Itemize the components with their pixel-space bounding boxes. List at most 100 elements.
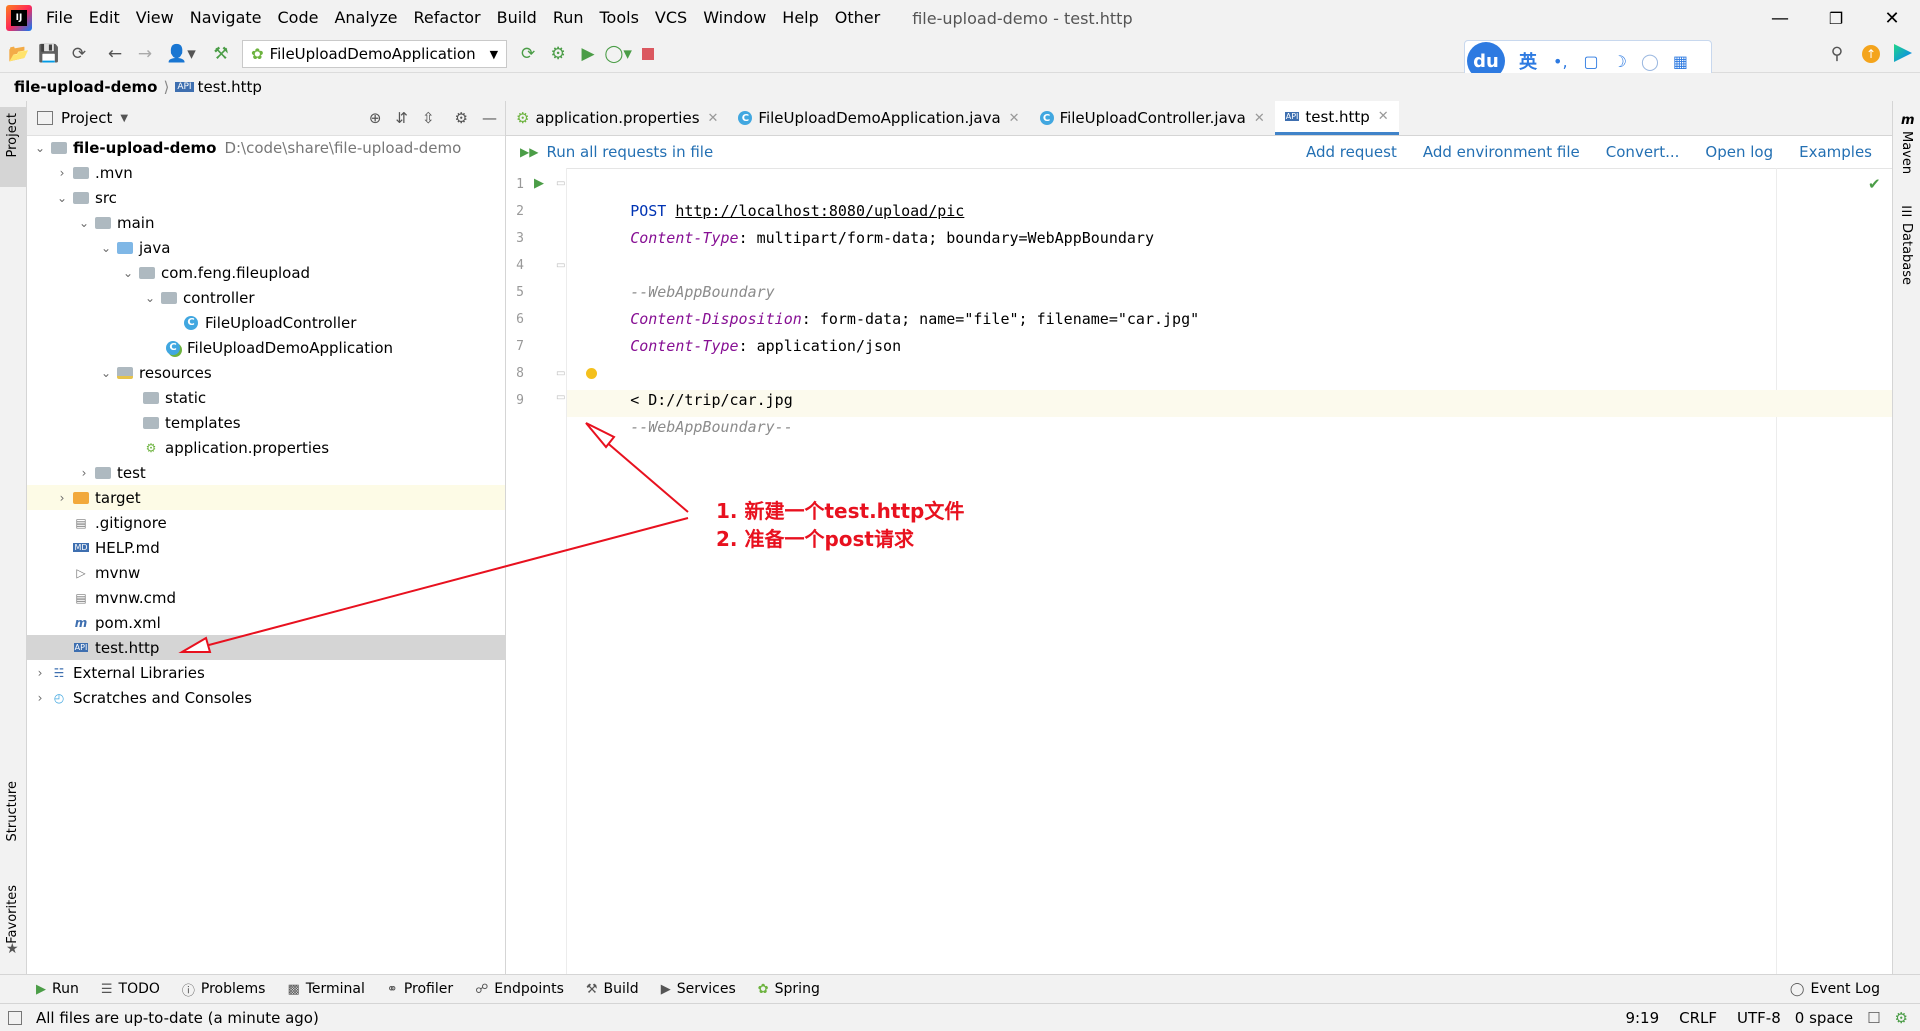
tree-item-pom-xml[interactable]: m pom.xml xyxy=(27,610,505,635)
tree-item-root[interactable]: ⌄ file-upload-demo D:\code\share\file-up… xyxy=(27,135,505,160)
save-icon[interactable]: 💾 xyxy=(34,39,64,69)
tree-item-test[interactable]: › test xyxy=(27,460,505,485)
chevron-down-icon[interactable]: ⌄ xyxy=(141,291,159,305)
project-tool-tab[interactable]: Project xyxy=(0,107,26,187)
event-log-tool-tab[interactable]: ◯ Event Log xyxy=(1790,981,1880,997)
tree-item-java[interactable]: ⌄ java xyxy=(27,235,505,260)
add-request-link[interactable]: Add request xyxy=(1306,143,1397,161)
gear-icon[interactable]: ⚙ xyxy=(455,109,468,127)
indent-setting[interactable]: 0 space xyxy=(1795,1009,1853,1027)
chevron-down-icon[interactable]: ⌄ xyxy=(31,141,49,155)
open-log-link[interactable]: Open log xyxy=(1705,143,1773,161)
chevron-down-icon[interactable]: ⌄ xyxy=(97,366,115,380)
menu-help[interactable]: Help xyxy=(774,0,826,36)
chevron-right-icon[interactable]: › xyxy=(75,466,93,480)
ime-keyboard-icon[interactable]: ▢ xyxy=(1584,52,1599,71)
services-tool-tab[interactable]: ▶ Services xyxy=(661,981,736,997)
database-tool-tab[interactable]: Database xyxy=(1899,223,1914,285)
tree-item-main[interactable]: ⌄ main xyxy=(27,210,505,235)
chevron-right-icon[interactable]: › xyxy=(31,666,49,680)
user-icon[interactable]: 👤▾ xyxy=(166,39,196,69)
close-icon[interactable]: ✕ xyxy=(708,111,719,126)
notification-icon[interactable]: ⚙ xyxy=(1895,1009,1908,1027)
menu-tools[interactable]: Tools xyxy=(592,0,647,36)
tree-item-resources[interactable]: ⌄ resources xyxy=(27,360,505,385)
tree-item-target[interactable]: › target xyxy=(27,485,505,510)
menu-window[interactable]: Window xyxy=(695,0,774,36)
ime-punct-icon[interactable]: •, xyxy=(1553,52,1568,71)
convert-link[interactable]: Convert... xyxy=(1606,143,1680,161)
tree-item-src[interactable]: ⌄ src xyxy=(27,185,505,210)
tree-item-test-http[interactable]: API test.http xyxy=(27,635,505,660)
tree-item-application-properties[interactable]: ⚙ application.properties xyxy=(27,435,505,460)
sync-icon[interactable]: ⟳ xyxy=(64,39,94,69)
tree-item-file-upload-demo-application[interactable]: C FileUploadDemoApplication xyxy=(27,335,505,360)
favorites-tool-tab[interactable]: Favorites xyxy=(5,885,20,944)
rerun-icon[interactable]: ⟳ xyxy=(513,39,543,69)
examples-link[interactable]: Examples xyxy=(1799,143,1872,161)
locate-icon[interactable]: ⊕ xyxy=(369,109,382,127)
run-all-requests-button[interactable]: Run all requests in file xyxy=(546,143,713,161)
terminal-tool-tab[interactable]: ▩ Terminal xyxy=(287,981,364,997)
menu-vcs[interactable]: VCS xyxy=(647,0,695,36)
hide-panel-icon[interactable]: — xyxy=(482,109,497,127)
endpoints-tool-tab[interactable]: ☍ Endpoints xyxy=(475,981,564,997)
ime-user-icon[interactable]: ◯ xyxy=(1641,52,1659,71)
build-tool-tab[interactable]: ⚒ Build xyxy=(586,981,639,997)
tree-item-mvn[interactable]: › .mvn xyxy=(27,160,505,185)
open-folder-icon[interactable]: 📂 xyxy=(4,39,34,69)
menu-code[interactable]: Code xyxy=(270,0,327,36)
menu-build[interactable]: Build xyxy=(489,0,545,36)
lock-icon[interactable]: ☐ xyxy=(1867,1009,1880,1027)
tree-item-file-upload-controller[interactable]: C FileUploadController xyxy=(27,310,505,335)
menu-run[interactable]: Run xyxy=(545,0,592,36)
ime-grid-icon[interactable]: ▦ xyxy=(1673,52,1688,71)
run-tool-tab[interactable]: ▶ Run xyxy=(36,981,79,997)
structure-tool-tab[interactable]: Structure xyxy=(5,781,20,841)
tree-item-templates[interactable]: templates xyxy=(27,410,505,435)
menu-file[interactable]: File xyxy=(38,0,81,36)
spring-tool-tab[interactable]: ✿ Spring xyxy=(758,981,820,997)
problems-tool-tab[interactable]: ⓘ Problems xyxy=(182,980,266,999)
profiler-tool-tab[interactable]: ⚭ Profiler xyxy=(387,981,453,997)
menu-edit[interactable]: Edit xyxy=(81,0,128,36)
tree-item-package[interactable]: ⌄ com.feng.fileupload xyxy=(27,260,505,285)
ime-lang-toggle[interactable]: 英 xyxy=(1519,48,1537,74)
code-editor[interactable]: POST http://localhost:8080/upload/pic Co… xyxy=(506,168,1892,974)
chevron-right-icon[interactable]: › xyxy=(31,691,49,705)
chevron-right-icon[interactable]: › xyxy=(53,491,71,505)
chevron-down-icon[interactable]: ⌄ xyxy=(119,266,137,280)
chevron-down-icon[interactable]: ⌄ xyxy=(75,216,93,230)
status-toggle-icon[interactable] xyxy=(8,1010,22,1025)
menu-analyze[interactable]: Analyze xyxy=(326,0,405,36)
menu-view[interactable]: View xyxy=(128,0,182,36)
tab-application-properties[interactable]: ⚙ application.properties ✕ xyxy=(506,101,728,135)
chevron-down-icon[interactable]: ▼ xyxy=(120,113,128,124)
forward-arrow-icon[interactable]: → xyxy=(130,39,160,69)
tab-file-upload-controller[interactable]: C FileUploadController.java ✕ xyxy=(1030,101,1275,135)
coverage-icon[interactable]: ▶ xyxy=(573,39,603,69)
menu-other[interactable]: Other xyxy=(827,0,888,36)
todo-tool-tab[interactable]: ☰ TODO xyxy=(101,981,160,997)
tree-item-mvnw[interactable]: ▷ mvnw xyxy=(27,560,505,585)
tree-item-controller[interactable]: ⌄ controller xyxy=(27,285,505,310)
run-config-select[interactable]: ✿ FileUploadDemoApplication ▼ xyxy=(242,40,508,68)
minimize-icon[interactable]: — xyxy=(1752,8,1808,29)
collapse-all-icon[interactable]: ⇳ xyxy=(422,109,435,127)
restore-icon[interactable]: ❐ xyxy=(1808,9,1864,28)
add-environment-file-link[interactable]: Add environment file xyxy=(1423,143,1580,161)
toolbox-icon[interactable] xyxy=(1894,44,1912,62)
tab-file-upload-demo-application[interactable]: C FileUploadDemoApplication.java ✕ xyxy=(728,101,1029,135)
run-all-icon[interactable]: ▶▶ xyxy=(520,145,538,159)
profile-icon[interactable]: ◯▾ xyxy=(603,39,633,69)
close-icon[interactable]: ✕ xyxy=(1009,111,1020,126)
maven-tool-tab[interactable]: Maven xyxy=(1899,131,1914,174)
chevron-down-icon[interactable]: ⌄ xyxy=(53,191,71,205)
tree-item-mvnw-cmd[interactable]: ▤ mvnw.cmd xyxy=(27,585,505,610)
tree-item-static[interactable]: static xyxy=(27,385,505,410)
ime-moon-icon[interactable]: ☽ xyxy=(1613,52,1627,71)
tree-item-external-libraries[interactable]: › ☵ External Libraries xyxy=(27,660,505,685)
menu-refactor[interactable]: Refactor xyxy=(406,0,489,36)
stop-icon[interactable] xyxy=(633,39,663,69)
chevron-down-icon[interactable]: ⌄ xyxy=(97,241,115,255)
